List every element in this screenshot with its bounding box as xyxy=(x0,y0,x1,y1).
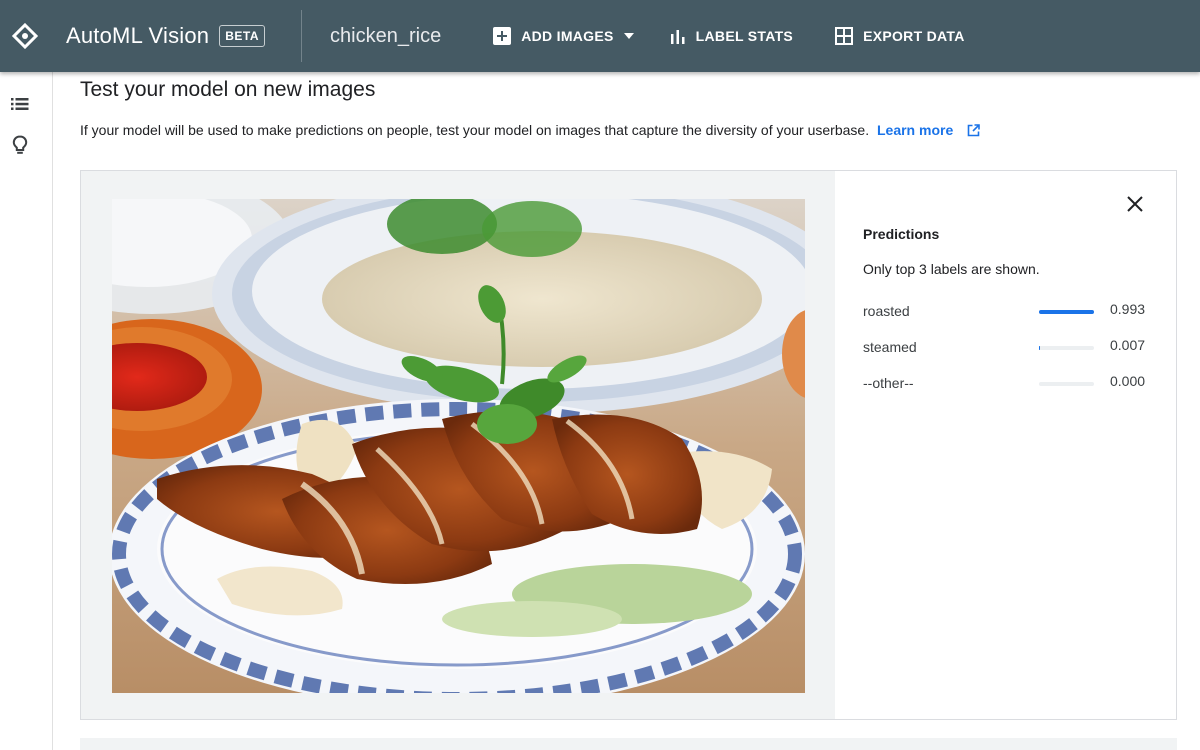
confidence-bar xyxy=(1039,346,1094,350)
close-icon[interactable] xyxy=(1124,193,1146,215)
prediction-label: steamed xyxy=(863,339,917,355)
next-card-edge xyxy=(80,738,1177,750)
dropdown-caret-icon xyxy=(623,33,634,39)
label-stats-button[interactable]: LABEL STATS xyxy=(670,28,793,44)
prediction-row: roasted 0.993 xyxy=(863,301,1153,321)
predictions-panel: Predictions Only top 3 labels are shown.… xyxy=(835,171,1176,719)
add-box-icon xyxy=(493,27,512,45)
list-icon[interactable] xyxy=(10,94,30,114)
prediction-row: steamed 0.007 xyxy=(863,337,1153,357)
test-image xyxy=(112,199,805,693)
add-images-label: ADD IMAGES xyxy=(521,28,614,44)
predictions-title: Predictions xyxy=(863,226,940,242)
confidence-bar xyxy=(1039,310,1094,314)
label-stats-label: LABEL STATS xyxy=(695,28,794,44)
description-text: If your model will be used to make predi… xyxy=(80,122,870,138)
prediction-score: 0.007 xyxy=(1110,337,1146,353)
confidence-bar xyxy=(1039,382,1094,386)
prediction-score: 0.993 xyxy=(1110,301,1146,317)
app-title: AutoML Vision xyxy=(66,23,210,48)
lightbulb-icon[interactable] xyxy=(10,135,30,155)
page-title: Test your model on new images xyxy=(80,78,376,101)
page-description: If your model will be used to make predi… xyxy=(80,122,980,138)
export-data-button[interactable]: EXPORT DATA xyxy=(835,27,965,45)
add-images-button[interactable]: ADD IMAGES xyxy=(493,27,634,45)
prediction-score: 0.000 xyxy=(1110,373,1146,389)
automl-logo-icon[interactable] xyxy=(12,23,38,49)
bar-chart-icon xyxy=(670,30,685,44)
export-data-label: EXPORT DATA xyxy=(863,28,965,44)
beta-badge: BETA xyxy=(219,25,266,47)
confidence-fill xyxy=(1039,310,1094,314)
prediction-label: --other-- xyxy=(863,375,914,391)
dataset-name: chicken_rice xyxy=(330,24,442,47)
prediction-label: roasted xyxy=(863,303,910,319)
predictions-subtitle: Only top 3 labels are shown. xyxy=(863,261,1040,277)
external-link-icon[interactable] xyxy=(967,124,980,137)
prediction-row: --other-- 0.000 xyxy=(863,373,1153,393)
image-panel xyxy=(81,171,835,719)
prediction-card: Predictions Only top 3 labels are shown.… xyxy=(80,170,1177,720)
learn-more-link[interactable]: Learn more xyxy=(877,122,953,138)
left-rail xyxy=(0,72,53,750)
header-divider xyxy=(301,10,303,62)
grid-icon xyxy=(835,27,854,45)
app-header: AutoML Vision BETA chicken_rice ADD IMAG… xyxy=(0,0,1200,72)
